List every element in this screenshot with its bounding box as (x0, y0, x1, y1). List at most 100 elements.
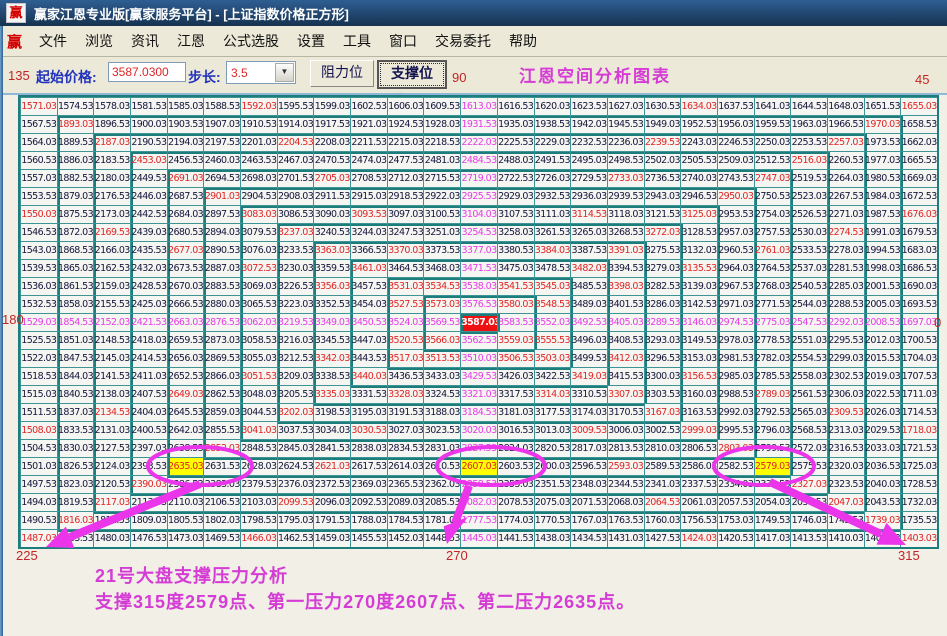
resistance-button[interactable]: 阻力位 (310, 60, 374, 87)
menu-item-9[interactable]: 交易委托 (426, 27, 500, 55)
gann-cell: 2841.53 (313, 439, 350, 457)
menu-item-7[interactable]: 工具 (334, 27, 380, 55)
gann-cell: 2771.53 (754, 295, 791, 313)
gann-cell: 2946.53 (680, 187, 717, 205)
gann-cell: 2803.03 (717, 439, 754, 457)
gann-cell: 3527.53 (387, 295, 424, 313)
gann-cell: 2145.03 (93, 349, 130, 367)
gann-cell: 2645.53 (167, 403, 204, 421)
gann-cell: 2442.53 (130, 205, 167, 223)
gann-cell: 1984.03 (864, 187, 901, 205)
gann-cell: 1606.03 (387, 97, 424, 115)
gann-cell: 1858.03 (57, 295, 94, 313)
gann-cell: 2932.53 (534, 187, 571, 205)
support-button[interactable]: 支撑位 (377, 60, 447, 89)
gann-cell: 2894.03 (203, 223, 240, 241)
gann-cell: 2267.53 (827, 187, 864, 205)
gann-cell: 1735.53 (900, 511, 937, 529)
gann-cell: 2131.03 (93, 421, 130, 439)
gann-cell: 3310.53 (570, 385, 607, 403)
gann-cell: 3373.53 (423, 241, 460, 259)
gann-cell: 1721.53 (900, 439, 937, 457)
gann-cell: 2880.03 (203, 295, 240, 313)
gann-cell: 2316.53 (827, 439, 864, 457)
gann-cell: 3450.53 (350, 313, 387, 331)
degree-label-180: 180 (2, 312, 24, 327)
gann-cell: 2187.03 (93, 133, 130, 151)
menu-item-1[interactable]: 文件 (30, 27, 76, 55)
gann-cell: 1837.03 (57, 403, 94, 421)
gann-cell: 2908.03 (277, 187, 314, 205)
gann-cell: 2015.53 (864, 349, 901, 367)
gann-cell: 1459.03 (313, 529, 350, 547)
menu-item-2[interactable]: 浏览 (76, 27, 122, 55)
gann-cell: 2096.03 (313, 493, 350, 511)
gann-cell: 3272.03 (644, 223, 681, 241)
gann-cell: 2320.03 (827, 457, 864, 475)
gann-cell: 2467.03 (277, 151, 314, 169)
menu-item-5[interactable]: 公式选股 (214, 27, 288, 55)
menu-item-4[interactable]: 江恩 (168, 27, 214, 55)
gann-cell: 2008.53 (864, 313, 901, 331)
menu-item-3[interactable]: 资讯 (122, 27, 168, 55)
gann-cell: 1487.03 (20, 529, 57, 547)
chevron-down-icon[interactable]: ▼ (275, 63, 294, 82)
gann-cell: 2509.03 (717, 151, 754, 169)
gann-cell: 3524.03 (387, 313, 424, 331)
gann-cell: 1462.53 (277, 529, 314, 547)
gann-cell: 2085.53 (423, 493, 460, 511)
gann-cell: 1910.53 (240, 115, 277, 133)
toolbar: 起始价格: 步长: 3.5 ▼ 阻力位 支撑位 江恩空间分析图表 (0, 57, 947, 95)
gann-cell: 2712.03 (387, 169, 424, 187)
gann-cell: 1777.53 (460, 511, 497, 529)
gann-cell: 1518.53 (20, 367, 57, 385)
gann-cell: 2159.03 (93, 277, 130, 295)
gann-cell: 2729.53 (570, 169, 607, 187)
start-price-input[interactable] (108, 62, 186, 82)
gann-cell: 2054.03 (754, 493, 791, 511)
gann-cell: 1952.53 (680, 115, 717, 133)
app-window: 赢 赢家江恩专业版[赢家服务平台] - [上证指数价格正方形] 赢 文件浏览资讯… (0, 0, 947, 636)
gann-cell: 2089.03 (387, 493, 424, 511)
gann-cell: 2659.53 (167, 331, 204, 349)
gann-cell: 1728.53 (900, 475, 937, 493)
gann-cell: 1501.03 (20, 457, 57, 475)
gann-cell: 2218.53 (423, 133, 460, 151)
menu-item-6[interactable]: 设置 (288, 27, 334, 55)
degree-label-0: 0 (934, 315, 941, 330)
gann-cell: 2505.53 (680, 151, 717, 169)
gann-cell: 2124.03 (93, 457, 130, 475)
menu-item-10[interactable]: 帮助 (500, 27, 546, 55)
gann-cell: 2544.03 (790, 295, 827, 313)
gann-cell: 3412.03 (607, 349, 644, 367)
gann-cell: 3160.03 (680, 385, 717, 403)
title-bar[interactable]: 赢 赢家江恩专业版[赢家服务平台] - [上证指数价格正方形] (0, 0, 947, 26)
gann-cell: 1781.03 (423, 511, 460, 529)
gann-cell: 2460.03 (203, 151, 240, 169)
gann-cell: 1882.53 (57, 169, 94, 187)
gann-cell: 3569.53 (423, 313, 460, 331)
gann-cell: 3118.03 (607, 205, 644, 223)
gann-cell: 3286.03 (644, 295, 681, 313)
gann-cell: 3426.03 (497, 367, 534, 385)
gann-cell: 2838.03 (350, 439, 387, 457)
analysis-detail: 支撑315度2579点、第一压力270度2607点、第二压力2635点。 (95, 588, 635, 614)
gann-cell: 1438.03 (534, 529, 571, 547)
gann-cell: 1700.53 (900, 331, 937, 349)
gann-cell: 1931.53 (460, 115, 497, 133)
gann-cell: 1525.53 (20, 331, 57, 349)
menu-item-8[interactable]: 窗口 (380, 27, 426, 55)
gann-cell: 2523.03 (790, 187, 827, 205)
gann-cell: 3300.03 (644, 367, 681, 385)
gann-cell: 2516.03 (790, 151, 827, 169)
gann-cell: 1914.03 (277, 115, 314, 133)
gann-cell: 3370.03 (387, 241, 424, 259)
gann-cell: 2785.53 (754, 367, 791, 385)
gann-cell: 2789.03 (754, 385, 791, 403)
gann-cell: 2400.53 (130, 421, 167, 439)
gann-cell: 3433.03 (423, 367, 460, 385)
gann-cell: 2201.03 (240, 133, 277, 151)
gann-cell: 1711.03 (900, 385, 937, 403)
gann-cell: 2768.03 (754, 277, 791, 295)
step-dropdown[interactable]: 3.5 ▼ (226, 61, 296, 84)
